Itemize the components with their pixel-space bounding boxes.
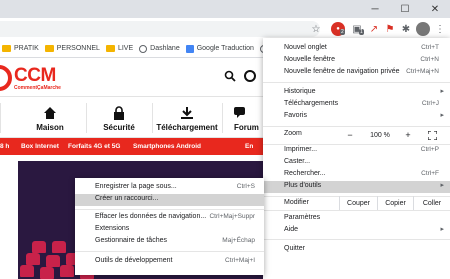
bookmark-link[interactable]: Google Traduction <box>185 44 254 53</box>
extension-arrow-icon[interactable]: ↗ <box>367 22 381 36</box>
menu-item-more-tools[interactable]: Plus d'outils ▸ <box>263 181 450 193</box>
close-window-button[interactable]: ✕ <box>420 0 450 18</box>
submenu-item-extensions[interactable]: Extensions <box>75 224 264 236</box>
copy-button[interactable]: Copier <box>377 196 413 210</box>
globe-icon[interactable] <box>244 70 256 82</box>
menu-item-find[interactable]: Rechercher... Ctrl+F <box>263 169 450 181</box>
menu-item-edit: Modifier Couper Copier Coller <box>263 196 450 210</box>
minimize-button[interactable]: ─ <box>360 0 390 18</box>
submenu-item-task-manager[interactable]: Gestionnaire de tâches Maj+Échap <box>75 236 264 248</box>
menu-dots-icon[interactable]: ⋮ <box>433 22 447 36</box>
logo-text: CCM <box>14 65 56 86</box>
submenu-item-save-page[interactable]: Enregistrer la page sous... Ctrl+S <box>75 182 264 194</box>
chevron-right-icon: ▸ <box>440 182 444 189</box>
logo-circle-icon <box>0 65 12 91</box>
bookmark-link[interactable]: Dashlane <box>139 44 180 53</box>
browser-toolbar: ☆ ● 2 ▣ 1 ↗ ⚑ ✱ ⋮ <box>0 18 450 40</box>
menu-item-help[interactable]: Aide ▸ <box>263 225 450 237</box>
menu-item-quit[interactable]: Quitter <box>263 244 450 256</box>
extension-badge: 1 <box>359 29 364 35</box>
topic-link[interactable]: Smartphones Android <box>133 143 201 150</box>
bookmark-label: Dashlane <box>150 45 180 52</box>
title-bar: ─ ☐ ✕ <box>0 0 450 18</box>
menu-item-history[interactable]: Historique ▸ <box>263 87 450 99</box>
bookmark-label: PRATIK <box>14 45 39 52</box>
zoom-out-button[interactable]: − <box>342 129 358 141</box>
bookmark-folder[interactable]: LIVE <box>105 45 134 52</box>
nav-item-telechargement[interactable]: Téléchargement <box>152 97 222 139</box>
menu-item-new-window[interactable]: Nouvelle fenêtre Ctrl+N <box>263 55 450 67</box>
submenu-item-create-shortcut[interactable]: Créer un raccourci... <box>75 194 264 206</box>
chat-icon <box>234 104 248 122</box>
submenu-item-dev-tools[interactable]: Outils de développement Ctrl+Maj+I <box>75 256 264 268</box>
address-bar[interactable] <box>0 21 320 37</box>
maximize-button[interactable]: ☐ <box>390 0 420 18</box>
chevron-right-icon: ▸ <box>440 88 444 95</box>
puzzle-icon[interactable]: ✱ <box>399 22 413 36</box>
nav-item-maison[interactable]: Maison <box>14 97 86 139</box>
chevron-right-icon: ▸ <box>440 112 444 119</box>
paste-button[interactable]: Coller <box>413 196 450 210</box>
cut-button[interactable]: Couper <box>339 196 377 210</box>
nav-item-securite[interactable]: Sécurité <box>86 97 152 139</box>
topic-link[interactable]: Box Internet <box>21 143 59 150</box>
topic-link[interactable]: Forfaits 4G et 5G <box>68 143 120 150</box>
search-icon[interactable] <box>224 70 236 85</box>
download-icon <box>180 104 194 122</box>
bookmark-label: Google Traduction <box>196 45 254 52</box>
folder-icon <box>44 45 54 52</box>
topic-link[interactable]: En <box>245 143 253 150</box>
chevron-right-icon: ▸ <box>440 226 444 233</box>
menu-item-print[interactable]: Imprimer... Ctrl+P <box>263 145 450 157</box>
lock-icon <box>113 104 125 122</box>
avatar[interactable] <box>416 22 430 36</box>
bookmark-label: LIVE <box>117 45 134 52</box>
nav-label: Maison <box>36 123 64 132</box>
house-icon <box>43 104 57 122</box>
menu-item-zoom: Zoom − 100 % + <box>263 129 450 141</box>
menu-item-settings[interactable]: Paramètres <box>263 213 450 225</box>
globe-icon <box>139 44 148 53</box>
site-logo[interactable]: CCM CommentÇaMarche <box>0 65 80 95</box>
extension-badge: 2 <box>340 29 345 35</box>
translate-icon <box>185 44 194 53</box>
menu-item-cast[interactable]: Caster... <box>263 157 450 169</box>
submenu-item-clear-data[interactable]: Effacer les données de navigation... Ctr… <box>75 212 264 224</box>
more-tools-submenu: Enregistrer la page sous... Ctrl+S Créer… <box>75 178 264 275</box>
window-controls: ─ ☐ ✕ <box>360 0 450 18</box>
zoom-level: 100 % <box>370 131 390 139</box>
folder-icon <box>105 45 115 52</box>
menu-item-bookmarks[interactable]: Favoris ▸ <box>263 111 450 123</box>
menu-item-new-tab[interactable]: Nouvel onglet Ctrl+T <box>263 43 450 55</box>
fullscreen-icon[interactable] <box>425 129 439 141</box>
bookmark-folder[interactable]: PRATIK <box>2 45 39 52</box>
bookmark-folder[interactable]: PERSONNEL <box>44 45 100 52</box>
nav-label: Sécurité <box>103 123 135 132</box>
menu-item-private-window[interactable]: Nouvelle fenêtre de navigation privée Ct… <box>263 67 450 79</box>
folder-icon <box>2 45 11 52</box>
bookmark-label: PERSONNEL <box>56 45 100 52</box>
zoom-in-button[interactable]: + <box>400 129 416 141</box>
menu-item-downloads[interactable]: Téléchargements Ctrl+J <box>263 99 450 111</box>
star-icon[interactable]: ☆ <box>309 22 323 36</box>
chrome-menu: Nouvel onglet Ctrl+T Nouvelle fenêtre Ct… <box>263 38 450 279</box>
topic-link[interactable]: 8 h <box>0 143 9 150</box>
extension-flag-icon[interactable]: ⚑ <box>383 22 397 36</box>
logo-subtitle: CommentÇaMarche <box>14 85 61 91</box>
nav-label: Forum <box>234 123 259 132</box>
nav-label: Téléchargement <box>156 123 218 132</box>
